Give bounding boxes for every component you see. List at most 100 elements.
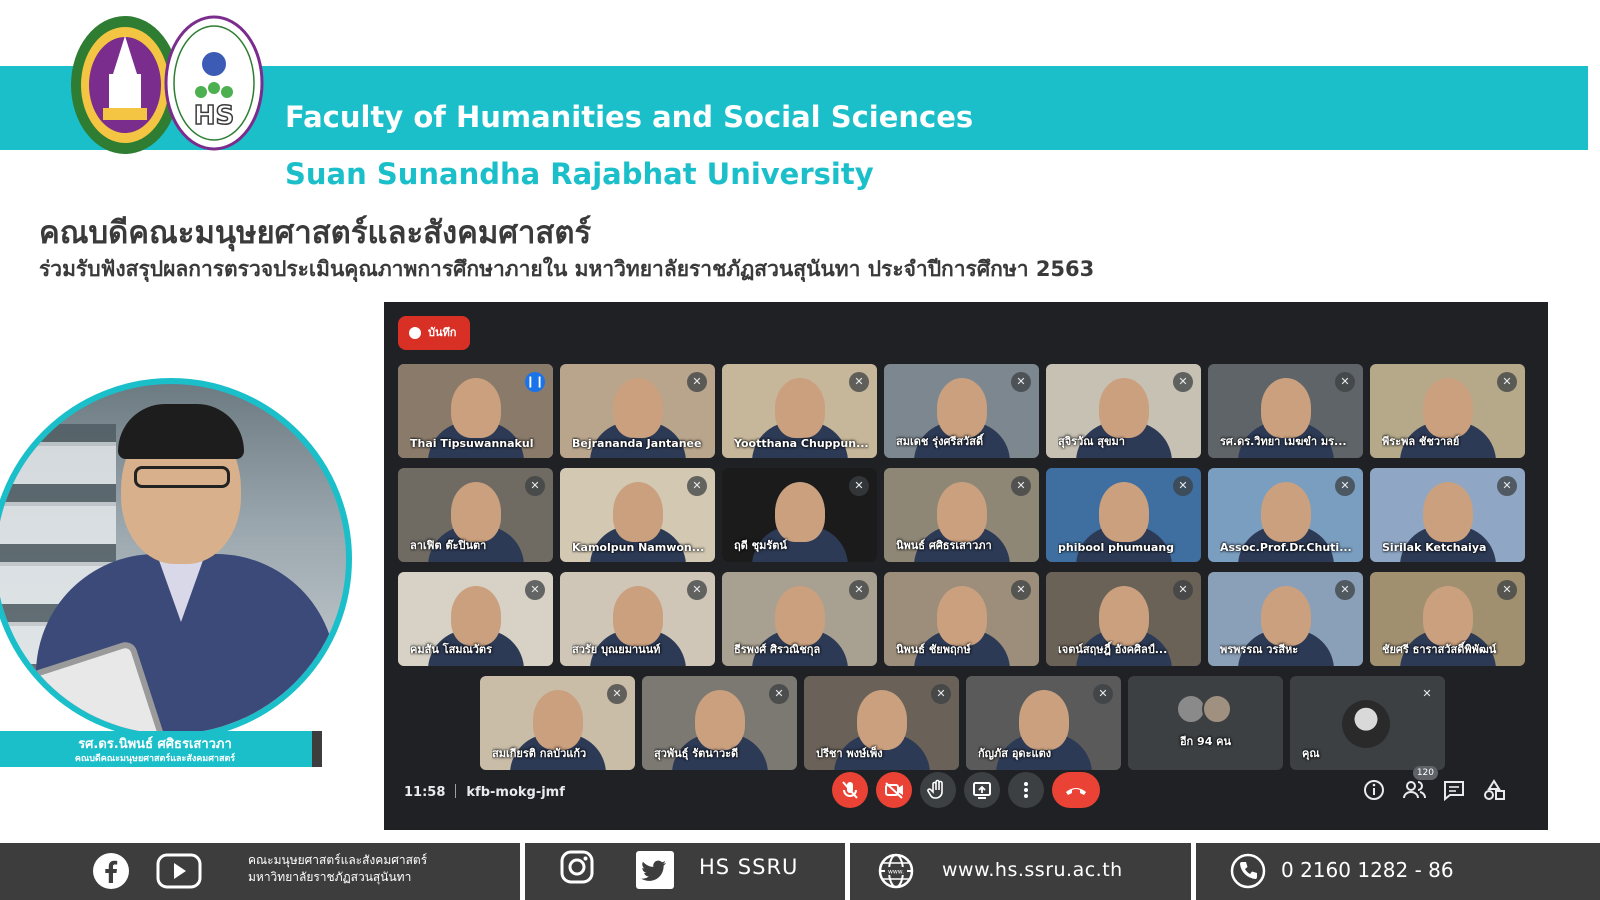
more-participants-label: อีก 94 คน — [1179, 735, 1232, 748]
participant-face — [936, 378, 987, 438]
raise-hand-button[interactable] — [920, 772, 956, 808]
participant-name: พีระพล ชัชวาลย์ — [1382, 435, 1460, 448]
footer-website[interactable]: www.hs.ssru.ac.th — [942, 859, 1123, 881]
participant-tile[interactable]: ✕ Assoc.Prof.Dr.Chuti... — [1208, 468, 1363, 562]
camera-off-icon — [885, 782, 903, 799]
participant-face — [774, 482, 825, 542]
faculty-title: Faculty of Humanities and Social Science… — [285, 100, 974, 134]
participant-tile[interactable]: ✕ สมเกียรติ กลบัวแก้ว — [480, 676, 635, 770]
participant-tile[interactable]: ✕ สุวพันธุ์ รัตนาวะดี — [642, 676, 797, 770]
footer-org-line1: คณะมนุษยศาสตร์และสังคมศาสตร์ — [248, 853, 428, 867]
footer-divider — [1191, 843, 1196, 900]
participant-tile[interactable]: ✕ พีระพล ชัชวาลย์ — [1370, 364, 1525, 458]
mic-muted-icon: ✕ — [607, 684, 627, 704]
participant-name: คมสัน โสมณวัตร — [410, 643, 492, 656]
mic-off-button[interactable] — [832, 772, 868, 808]
participant-name: สมเดช รุ่งศรีสวัสดิ์ — [896, 435, 984, 448]
participant-tile[interactable]: ✕ พรพรรณ วรสีหะ — [1208, 572, 1363, 666]
facebook-icon[interactable] — [92, 852, 130, 890]
meeting-info: 11:58 kfb-mokg-jmf — [404, 784, 565, 800]
participant-tile[interactable]: ✕ ชัยศรี ธาราสวัสดิ์พิพัฒน์ — [1370, 572, 1525, 666]
more-options-button[interactable] — [1008, 772, 1044, 808]
clock-time: 11:58 — [404, 785, 446, 800]
participant-tile[interactable]: ✕ ฤดี ชุมรัตน์ — [722, 468, 877, 562]
participant-name: Sirilak Ketchaiya — [1382, 541, 1487, 554]
participants-count: 120 — [1412, 766, 1438, 780]
participants-button[interactable]: 120 — [1400, 766, 1438, 804]
participant-face — [1260, 482, 1311, 542]
faculty-hs-logo: HS — [164, 15, 264, 151]
self-label: คุณ — [1302, 747, 1320, 760]
participant-face — [1422, 378, 1473, 438]
mic-muted-icon: ✕ — [687, 580, 707, 600]
participant-name: ปรีชา พงษ์เพ็ง — [816, 747, 883, 760]
participant-tile[interactable]: ✕ Yootthana Chuppun... — [722, 364, 877, 458]
twitter-icon[interactable] — [636, 851, 674, 889]
mic-muted-icon: ✕ — [769, 684, 789, 704]
participant-tile[interactable]: ✕ สวรัย บุณยมานนท์ — [560, 572, 715, 666]
headline: คณบดีคณะมนุษยศาสตร์และสังคมศาสตร์ — [39, 215, 592, 251]
participant-tile[interactable]: ✕ Sirilak Ketchaiya — [1370, 468, 1525, 562]
subheadline: ร่วมรับฟังสรุปผลการตรวจประเมินคุณภาพการศ… — [39, 257, 1095, 281]
participant-tile[interactable]: ✕ กัญภัส อุดะแตง — [966, 676, 1121, 770]
participant-name: สุวพันธุ์ รัตนาวะดี — [654, 747, 739, 760]
present-icon — [973, 782, 991, 799]
meeting-code[interactable]: kfb-mokg-jmf — [466, 785, 564, 800]
participant-tile[interactable]: ✕ Bejrananda Jantanee — [560, 364, 715, 458]
record-label: บันทึก — [428, 326, 457, 339]
participant-tile[interactable]: ✕ รศ.ดร.วิทยา เมฆขำ มร... — [1208, 364, 1363, 458]
present-screen-button[interactable] — [964, 772, 1000, 808]
participant-face — [450, 482, 501, 542]
participant-name: Assoc.Prof.Dr.Chuti... — [1220, 541, 1352, 554]
participant-tile[interactable]: ✕ ธีรพงศ์ ศิรวณิชกุล — [722, 572, 877, 666]
recording-indicator[interactable]: บันทึก — [398, 316, 471, 350]
participant-tile[interactable]: ✕ Kamolpun Namwon... — [560, 468, 715, 562]
mic-muted-icon: ✕ — [525, 580, 545, 600]
participant-tile[interactable]: ✕ เจตน์สฤษฎิ์ อังคศิลป์... — [1046, 572, 1201, 666]
participant-tile[interactable]: ✕ สุจิรวัณ สุขมา — [1046, 364, 1201, 458]
self-view-tile[interactable]: ✕ คุณ — [1290, 676, 1445, 770]
chat-button[interactable] — [1440, 776, 1468, 804]
participant-face — [856, 690, 907, 750]
video-meeting-window: บันทึก ❙❙ Thai Tipsuwannakul ✕ Bejrananda J… — [384, 302, 1548, 830]
participant-tile[interactable]: ✕ phibool phumuang — [1046, 468, 1201, 562]
mic-muted-icon: ✕ — [1497, 580, 1517, 600]
participant-name: ลาเฟิต ต๊ะปินตา — [410, 539, 487, 552]
footer-phone: 0 2160 1282 - 86 — [1281, 858, 1454, 882]
mic-muted-icon: ✕ — [1173, 372, 1193, 392]
chat-icon — [1444, 781, 1464, 802]
participant-tile[interactable]: ✕ คมสัน โสมณวัตร — [398, 572, 553, 666]
participant-tile[interactable]: ✕ นิพนธ์ ชัยพฤกษ์ — [884, 572, 1039, 666]
participant-tile[interactable]: ❙❙ Thai Tipsuwannakul — [398, 364, 553, 458]
participant-tile[interactable]: ✕ ปรีชา พงษ์เพ็ง — [804, 676, 959, 770]
participant-tile[interactable]: ✕ สมเดช รุ่งศรีสวัสดิ์ — [884, 364, 1039, 458]
participant-name: นิพนธ์ ชัยพฤกษ์ — [896, 643, 971, 656]
participant-face — [450, 586, 501, 646]
camera-off-button[interactable] — [876, 772, 912, 808]
footer-divider — [845, 843, 850, 900]
mic-muted-icon: ✕ — [1497, 372, 1517, 392]
youtube-icon[interactable] — [156, 853, 202, 889]
participant-name: นิพนธ์ ศศิธรเสาวภา — [896, 539, 992, 552]
participant-name: ชัยศรี ธาราสวัสดิ์พิพัฒน์ — [1382, 643, 1497, 656]
instagram-icon[interactable] — [559, 849, 595, 885]
footer-social-handle[interactable]: HS SSRU — [699, 855, 798, 879]
participant-name: สมเกียรติ กลบัวแก้ว — [492, 747, 587, 760]
participant-name: ธีรพงศ์ ศิรวณิชกุล — [734, 643, 821, 656]
meeting-details-button[interactable] — [1360, 776, 1388, 804]
more-participants-tile[interactable]: อีก 94 คน — [1128, 676, 1283, 770]
participant-name: Kamolpun Namwon... — [572, 541, 705, 554]
participant-name: สุจิรวัณ สุขมา — [1058, 435, 1125, 448]
mic-muted-icon: ✕ — [1011, 372, 1031, 392]
participant-face — [1422, 482, 1473, 542]
leave-call-button[interactable] — [1052, 772, 1100, 808]
participant-tile[interactable]: ✕ นิพนธ์ ศศิธรเสาวภา — [884, 468, 1039, 562]
raise-hand-icon — [927, 779, 943, 799]
mic-muted-icon: ✕ — [1335, 580, 1355, 600]
svg-text:www.: www. — [888, 869, 904, 876]
footer-org: คณะมนุษยศาสตร์และสังคมศาสตร์ มหาวิทยาลัย… — [248, 852, 427, 886]
participant-tile[interactable]: ✕ ลาเฟิต ต๊ะปินตา — [398, 468, 553, 562]
participant-name: เจตน์สฤษฎิ์ อังคศิลป์... — [1058, 643, 1168, 656]
activities-button[interactable] — [1480, 776, 1508, 804]
activities-icon — [1484, 779, 1505, 800]
